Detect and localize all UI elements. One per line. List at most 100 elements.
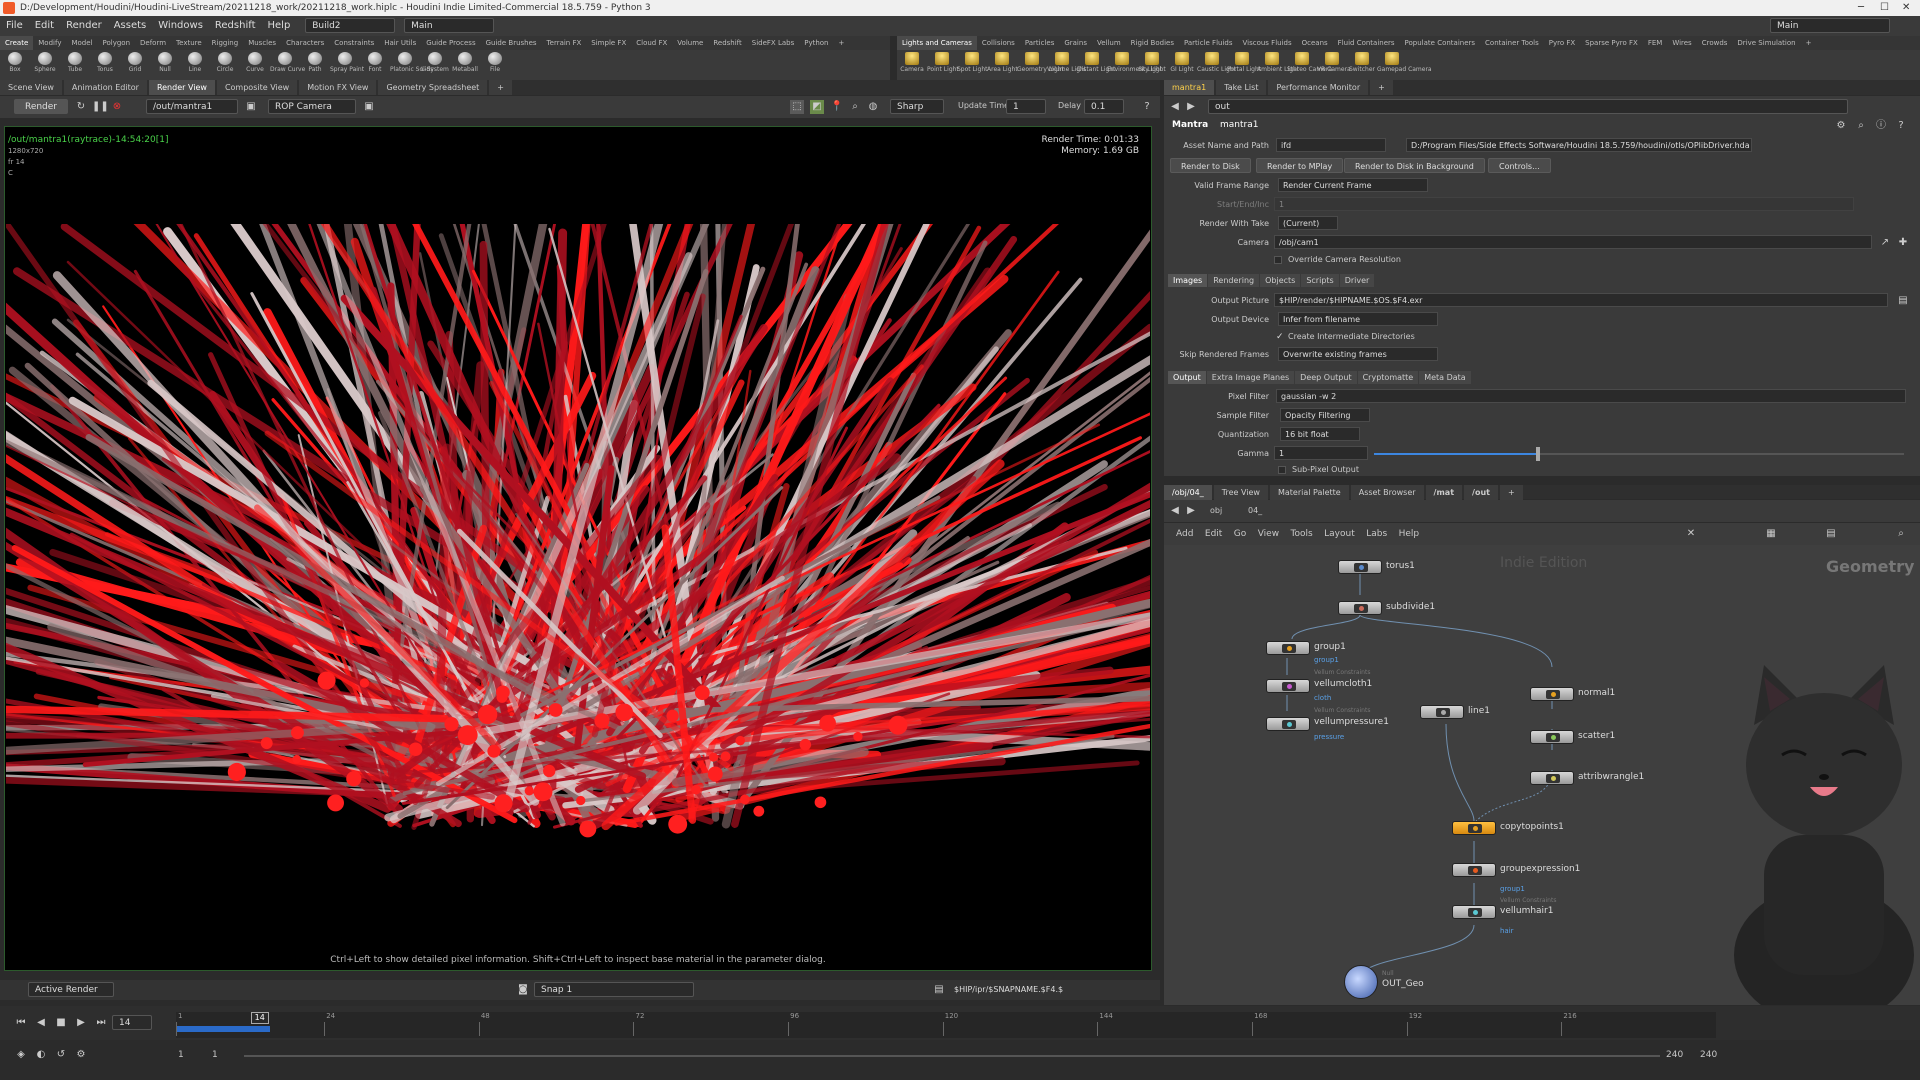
shelf-tool-metaball[interactable]: Metaball [450, 50, 480, 80]
shelf-tab-simple-fx[interactable]: Simple FX [586, 36, 631, 50]
node-line[interactable] [1420, 705, 1464, 719]
render-background-button[interactable]: Render to Disk in Background [1344, 158, 1485, 173]
snapshot-icon[interactable]: ◍ [866, 100, 880, 114]
valid-frame-range-select[interactable]: Render Current Frame [1278, 178, 1428, 192]
render-to-mplay-button[interactable]: Render to MPlay [1256, 158, 1344, 173]
render-button[interactable]: Render [14, 99, 68, 114]
timeline-cursor[interactable]: 14 [250, 1012, 269, 1024]
shelf-tab-constraints[interactable]: Constraints [329, 36, 379, 50]
shelf-tab-redshift[interactable]: Redshift [708, 36, 746, 50]
play-reverse-icon[interactable]: ◀ [34, 1016, 48, 1030]
asset-path-select[interactable]: D:/Program Files/Side Effects Software/H… [1406, 138, 1752, 152]
controls-button[interactable]: Controls... [1488, 158, 1551, 173]
shelf-tool-tube[interactable]: Tube [60, 50, 90, 80]
audio-icon[interactable]: ◈ [14, 1048, 28, 1062]
shelf-tool-spot-light[interactable]: Spot Light [957, 50, 988, 80]
shelf-tool-point-light[interactable]: Point Light [927, 50, 959, 80]
output-device-select[interactable]: Infer from filename [1278, 312, 1438, 326]
shelf-tool-distant-light[interactable]: Distant Light [1077, 50, 1115, 80]
net-path-obj[interactable]: obj [1210, 506, 1222, 515]
shelf-tool-grid[interactable]: Grid [120, 50, 150, 80]
tab-mat[interactable]: /mat [1425, 485, 1463, 500]
shelf-tool-font[interactable]: Font [360, 50, 390, 80]
timeline-bar[interactable]: 14 1 24 48 72 96 120 144 168 192 216 [176, 1012, 1716, 1038]
net-path-node[interactable]: 04_ [1248, 506, 1262, 515]
shelf-tab-sparse-pyro-fx[interactable]: Sparse Pyro FX [1580, 36, 1643, 50]
wrench-icon[interactable]: ✕ [1684, 527, 1698, 541]
shelf-tool-draw-curve[interactable]: Draw Curve [270, 50, 305, 80]
gamma-slider[interactable] [1374, 447, 1904, 461]
tab-out[interactable]: /out [1464, 485, 1498, 500]
menu-assets[interactable]: Assets [108, 16, 153, 36]
snapshot-camera-icon[interactable]: ◙ [516, 983, 530, 997]
tab-rendering[interactable]: Rendering [1208, 274, 1260, 287]
forward-icon[interactable]: ▶ [1184, 100, 1198, 114]
shelf-tool-curve[interactable]: Curve [240, 50, 270, 80]
shelf-tab-guide-process[interactable]: Guide Process [421, 36, 480, 50]
shelf-tool-vr-camera[interactable]: VR Camera [1317, 50, 1351, 80]
menu-render[interactable]: Render [60, 16, 108, 36]
net-menu-labs[interactable]: Labs [1366, 529, 1387, 539]
shelf-tool-gamepad-camera[interactable]: Gamepad Camera [1377, 50, 1432, 80]
shelf-tool-area-light[interactable]: Area Light [987, 50, 1018, 80]
range-start-2[interactable]: 1 [212, 1050, 218, 1060]
shelf-tool-torus[interactable]: Torus [90, 50, 120, 80]
shelf-tool-switcher[interactable]: Switcher [1347, 50, 1377, 80]
node-attribwrangle[interactable] [1530, 771, 1574, 785]
pause-icon[interactable]: ❚❚ [92, 100, 109, 114]
node-out-geo[interactable] [1344, 965, 1378, 999]
shelf-tab-characters[interactable]: Characters [281, 36, 329, 50]
shelf-tab-modify[interactable]: Modify [33, 36, 66, 50]
menu-windows[interactable]: Windows [152, 16, 209, 36]
shelf-tool-geometry-light[interactable]: Geometry Light [1017, 50, 1064, 80]
tab-tree-view[interactable]: Tree View [1213, 485, 1268, 500]
gamma-slider-handle[interactable] [1536, 447, 1541, 461]
shelf-tab-python[interactable]: Python [799, 36, 833, 50]
quantization-select[interactable]: 16 bit float [1280, 427, 1360, 441]
start-end-field[interactable]: 1 [1274, 197, 1854, 211]
tab-material-palette[interactable]: Material Palette [1269, 485, 1349, 500]
range-start-1[interactable]: 1 [178, 1050, 184, 1060]
search-icon[interactable]: ⌕ [1854, 119, 1868, 133]
node-vellumcloth[interactable] [1266, 679, 1310, 693]
net-zoom-icon[interactable]: ⌕ [1894, 527, 1908, 541]
shelf-tab-add-icon[interactable]: + [834, 36, 850, 50]
node-torus[interactable] [1338, 560, 1382, 574]
tab-scripts[interactable]: Scripts [1301, 274, 1339, 287]
shelf-tab-populate-containers[interactable]: Populate Containers [1400, 36, 1481, 50]
sharp-select[interactable]: Sharp [890, 99, 944, 114]
node-vellumhair[interactable] [1452, 905, 1496, 919]
net-menu-edit[interactable]: Edit [1205, 529, 1222, 539]
shelf-tab-muscles[interactable]: Muscles [243, 36, 281, 50]
shelf-tab-vellum[interactable]: Vellum [1092, 36, 1126, 50]
shelf-tool-file[interactable]: File [480, 50, 510, 80]
render-to-disk-button[interactable]: Render to Disk [1170, 158, 1251, 173]
rendered-image[interactable] [6, 224, 1150, 886]
shelf-tab-volume[interactable]: Volume [672, 36, 708, 50]
shelf-tool-sphere[interactable]: Sphere [30, 50, 60, 80]
current-frame-field[interactable]: 14 [112, 1015, 152, 1030]
shelf-tab-terrain-fx[interactable]: Terrain FX [542, 36, 587, 50]
net-menu-add[interactable]: Add [1176, 529, 1193, 539]
shelf-tab-particles[interactable]: Particles [1020, 36, 1060, 50]
net-menu-view[interactable]: View [1258, 529, 1279, 539]
region-icon[interactable]: ⬚ [790, 100, 804, 114]
create-dirs-checkbox[interactable]: ✓ [1276, 329, 1284, 345]
shelf-tab-oceans[interactable]: Oceans [1297, 36, 1333, 50]
shelf-tab-texture[interactable]: Texture [171, 36, 207, 50]
node-group[interactable] [1266, 641, 1310, 655]
shelf-tab-viscous-fluids[interactable]: Viscous Fluids [1238, 36, 1297, 50]
net-menu-go[interactable]: Go [1234, 529, 1246, 539]
override-checkbox[interactable] [1274, 256, 1282, 264]
shelf-tab-wires[interactable]: Wires [1667, 36, 1696, 50]
right-desktop-select[interactable]: Main [1770, 18, 1890, 33]
save-icon[interactable]: ▤ [932, 983, 946, 997]
node-name-field[interactable]: mantra1 [1220, 120, 1258, 130]
add-tab-icon-net[interactable]: + [1499, 485, 1523, 500]
param-help-icon[interactable]: ? [1894, 119, 1908, 133]
refresh-icon[interactable]: ↻ [74, 100, 88, 114]
add-tab-icon-right[interactable]: + [1370, 80, 1393, 95]
node-scatter[interactable] [1530, 730, 1574, 744]
shelf-tab-particle-fluids[interactable]: Particle Fluids [1179, 36, 1238, 50]
shelf-tool-caustic-light[interactable]: Caustic Light [1197, 50, 1236, 80]
